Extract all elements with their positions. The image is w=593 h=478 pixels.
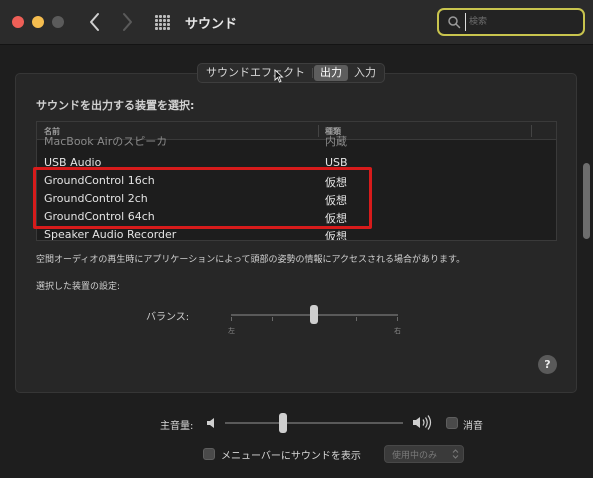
search-field[interactable] xyxy=(437,8,585,36)
tab-sound-effects[interactable]: サウンドエフェクト xyxy=(200,65,311,81)
tab-input[interactable]: 入力 xyxy=(348,65,382,81)
column-divider xyxy=(531,125,532,137)
select-device-label: サウンドを出力する装置を選択: xyxy=(36,99,195,112)
zoom-button[interactable] xyxy=(52,16,64,28)
volume-slider-thumb[interactable] xyxy=(279,413,287,433)
menubar-display-select[interactable]: 使用中のみ xyxy=(384,445,464,463)
balance-tick xyxy=(231,317,232,321)
help-button[interactable]: ? xyxy=(538,355,557,374)
mute-checkbox[interactable] xyxy=(446,417,458,429)
volume-slider[interactable] xyxy=(225,422,403,424)
speaker-low-icon xyxy=(207,418,214,428)
titlebar: サウンド xyxy=(0,0,593,45)
tab-divider xyxy=(312,68,313,78)
question-icon: ? xyxy=(544,358,551,371)
grid-icon[interactable] xyxy=(155,15,170,30)
close-button[interactable] xyxy=(12,16,24,28)
forward-chevron-icon[interactable] xyxy=(116,9,138,35)
show-in-menubar-checkbox[interactable] xyxy=(203,448,215,460)
balance-tick xyxy=(272,317,273,321)
tab-bar: サウンドエフェクト 出力 入力 xyxy=(197,63,385,83)
device-type: 仮想 xyxy=(325,230,347,241)
show-in-menubar-label: メニューバーにサウンドを表示 xyxy=(221,451,361,462)
balance-tick xyxy=(397,317,398,321)
speaker-high-icon xyxy=(413,415,432,430)
table-scrollbar-thumb[interactable] xyxy=(583,163,590,239)
window-title: サウンド xyxy=(185,17,238,32)
select-chevron-icon xyxy=(452,449,459,459)
selected-device-settings-label: 選択した装置の設定: xyxy=(36,282,121,292)
balance-label: バランス: xyxy=(146,312,190,323)
device-type: 内蔵 xyxy=(325,135,347,148)
device-name: MacBook Airのスピーカ xyxy=(44,135,168,148)
search-icon xyxy=(448,16,461,29)
mouse-cursor-icon xyxy=(274,69,284,83)
balance-tick xyxy=(356,317,357,321)
device-name: Speaker Audio Recorder xyxy=(44,228,177,241)
column-divider xyxy=(318,125,319,137)
table-scrollbar-track[interactable] xyxy=(542,141,556,240)
volume-label: 主音量: xyxy=(160,421,194,432)
tab-output[interactable]: 出力 xyxy=(314,65,348,81)
spatial-audio-note: 空間オーディオの再生時にアプリケーションによって頭部の姿勢の情報にアクセスされる… xyxy=(36,255,466,265)
minimize-button[interactable] xyxy=(32,16,44,28)
mute-label: 消音 xyxy=(463,421,483,432)
balance-right-label: 右 xyxy=(394,327,401,335)
search-input[interactable] xyxy=(465,13,577,31)
balance-slider-thumb[interactable] xyxy=(310,305,318,324)
balance-left-label: 左 xyxy=(228,327,235,335)
menubar-select-value: 使用中のみ xyxy=(392,451,438,461)
back-chevron-icon[interactable] xyxy=(84,9,106,35)
highlight-annotation xyxy=(33,167,372,229)
